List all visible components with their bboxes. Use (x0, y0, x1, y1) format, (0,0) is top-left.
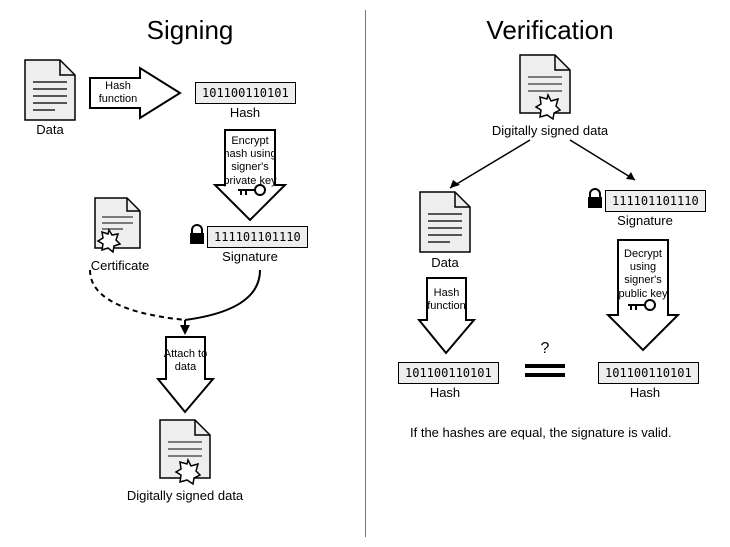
attach-label: Attach to data (163, 348, 208, 374)
key-icon (628, 298, 658, 312)
decrypt-label: Decrypt using signer's public key (614, 248, 672, 301)
signing-title: Signing (130, 15, 250, 46)
encrypt-label: Encrypt hash using signer's private key (220, 135, 280, 188)
hash-left-label: Hash (410, 385, 480, 400)
signature-box: 111101101110 (207, 226, 308, 248)
hash-label: Hash (210, 105, 280, 120)
certificate-icon (95, 198, 140, 253)
signed-label: Digitally signed data (115, 488, 255, 503)
hash-left-box: 101100110101 (398, 362, 499, 384)
v-signature-box: 111101101110 (605, 190, 706, 212)
footer-text: If the hashes are equal, the signature i… (410, 425, 672, 440)
converge-arrow-icon (70, 270, 300, 335)
lock-icon (587, 190, 603, 208)
equals-icon (525, 360, 565, 380)
vertical-divider (365, 10, 366, 537)
key-icon (238, 183, 268, 197)
signed-document-icon (160, 420, 210, 482)
v-data-label: Data (420, 255, 470, 270)
hash-right-label: Hash (610, 385, 680, 400)
document-icon (25, 60, 75, 120)
signature-label: Signature (210, 249, 290, 264)
question-mark: ? (530, 340, 560, 358)
v-signature-label: Signature (605, 213, 685, 228)
hash-box: 101100110101 (195, 82, 296, 104)
hash-function-label: Hash function (94, 80, 142, 106)
lock-icon (189, 226, 205, 244)
hash-right-box: 101100110101 (598, 362, 699, 384)
document-icon (420, 192, 470, 252)
data-label: Data (25, 122, 75, 137)
v-signed-label: Digitally signed data (485, 123, 615, 138)
v-hashfn-label: Hash function (424, 287, 469, 313)
verification-title: Verification (470, 15, 630, 46)
signed-document-icon (520, 55, 570, 117)
